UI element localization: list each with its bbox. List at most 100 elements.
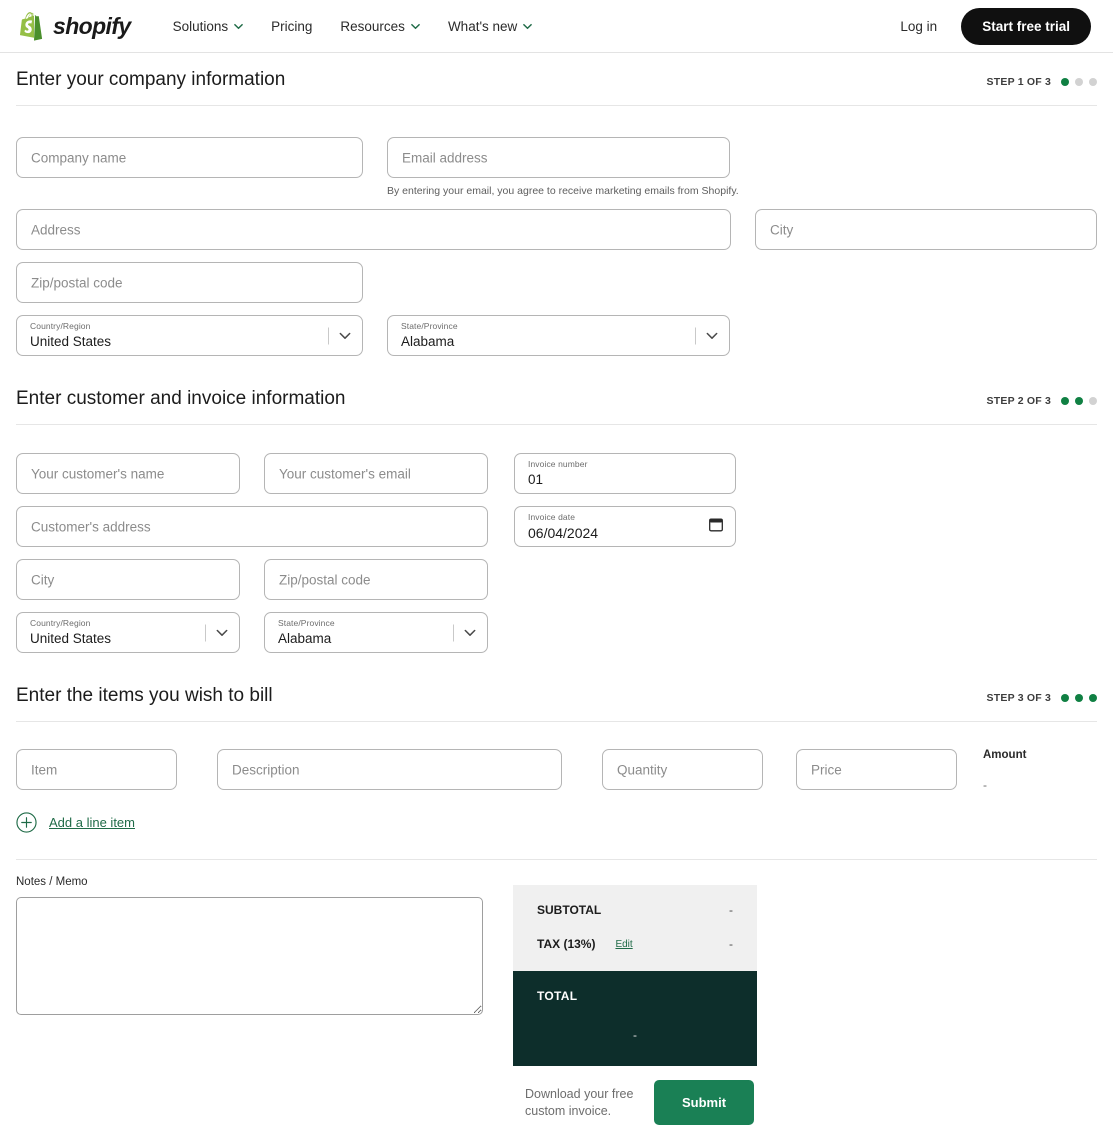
header-actions: Log in Start free trial [900,7,1091,45]
state-label: State/Province [278,618,335,628]
nav-item-solutions[interactable]: Solutions [173,19,244,34]
add-line-item-label[interactable]: Add a line item [49,815,135,830]
step-dot-active [1061,78,1069,86]
line-item-price-field[interactable]: Price [796,749,957,790]
chevron-down-icon[interactable] [453,624,477,641]
notes-textarea[interactable] [16,897,483,1015]
company-state-select[interactable]: State/Province Alabama [387,315,730,356]
divider [16,424,1097,425]
company-country-select[interactable]: Country/Region United States [16,315,363,356]
customer-zip-field[interactable]: Zip/postal code [264,559,488,600]
calendar-icon[interactable] [709,517,723,537]
country-label: Country/Region [30,321,91,331]
state-value: Alabama [278,631,332,646]
nav-item-pricing[interactable]: Pricing [271,19,312,34]
email-address-field[interactable]: Email address [387,137,730,178]
customer-city-field[interactable]: City [16,559,240,600]
totals-panel: SUBTOTAL - TAX (13%) Edit - TOTAL - Down… [513,885,757,1125]
description-input[interactable] [218,750,561,789]
subtotal-value: - [729,903,733,917]
line-item-description-field[interactable]: Description [217,749,562,790]
step2-title: Enter customer and invoice information [16,388,346,409]
item-input[interactable] [17,750,176,789]
total-value: - [633,1028,637,1042]
address-input[interactable] [17,210,730,249]
company-city-field[interactable]: City [755,209,1097,250]
customer-state-select[interactable]: State/Province Alabama [264,612,488,653]
shopify-bag-icon [20,11,46,41]
select-divider [205,624,206,641]
customer-address-input[interactable] [17,507,487,546]
country-value: United States [30,631,112,646]
zip-input[interactable] [17,263,362,302]
submit-button[interactable]: Submit [654,1080,755,1125]
customer-email-input[interactable] [265,454,487,493]
state-value: Alabama [401,334,455,349]
submit-note: Download your free custom invoice. [525,1086,634,1118]
step1-title: Enter your company information [16,69,286,90]
line-item-row: Item Description Quantity Price Amount - [16,749,1097,792]
select-divider [453,624,454,641]
amount-label: Amount [983,749,1027,761]
customer-city-input[interactable] [17,560,239,599]
country-label: Country/Region [30,618,91,628]
line-item-name-field[interactable]: Item [16,749,177,790]
edit-tax-link[interactable]: Edit [615,939,632,950]
customer-name-field[interactable]: Your customer's name [16,453,240,494]
customer-name-input[interactable] [17,454,239,493]
customer-zip-input[interactable] [265,560,487,599]
company-name-input[interactable] [17,138,362,177]
quantity-input[interactable] [603,750,762,789]
company-name-field[interactable]: Company name [16,137,363,178]
step-dot [1089,78,1097,86]
company-address-field[interactable]: Address [16,209,731,250]
step-dot [1075,78,1083,86]
step2-header: Enter customer and invoice information S… [16,356,1097,410]
email-marketing-disclaimer: By entering your email, you agree to rec… [387,185,739,197]
tax-row: TAX (13%) Edit - [537,937,733,951]
step3-dots [1061,694,1097,702]
price-input[interactable] [797,750,956,789]
divider [16,105,1097,106]
email-input[interactable] [388,138,729,177]
invoice-generator-page: shopify Solutions Pricing Resources What… [0,0,1113,1125]
company-zip-field[interactable]: Zip/postal code [16,262,363,303]
customer-address-field[interactable]: Customer's address [16,506,488,547]
main-nav-links: Solutions Pricing Resources What's new [173,19,533,34]
start-free-trial-button[interactable]: Start free trial [961,7,1091,45]
select-divider [695,327,696,344]
chevron-down-icon[interactable] [205,624,229,641]
customer-country-select[interactable]: Country/Region United States [16,612,240,653]
login-link[interactable]: Log in [900,19,937,34]
chevron-down-icon [411,22,420,31]
chevron-down-icon[interactable] [328,327,352,344]
invoice-date-field[interactable]: Invoice date 06/04/2024 [514,506,736,547]
line-item-amount: Amount - [957,749,1026,792]
step1-label: STEP 1 OF 3 [986,76,1051,88]
step2-indicator: STEP 2 OF 3 [987,395,1097,410]
shopify-logo[interactable]: shopify [20,11,131,41]
nav-item-whats-new[interactable]: What's new [447,18,533,34]
step-dot [1089,397,1097,405]
step-dot-active [1061,694,1069,702]
top-navigation-bar: shopify Solutions Pricing Resources What… [0,0,1113,53]
line-item-quantity-field[interactable]: Quantity [602,749,763,790]
subtotal-row: SUBTOTAL - [537,903,733,917]
nav-item-resources[interactable]: Resources [340,19,420,34]
step1-header: Enter your company information STEP 1 OF… [16,53,1097,91]
nav-label: What's new [447,18,518,34]
plus-circle-icon [16,812,37,833]
state-label: State/Province [401,321,458,331]
chevron-down-icon [523,22,533,31]
step2-label: STEP 2 OF 3 [986,395,1051,407]
notes-label: Notes / Memo [16,876,88,888]
customer-email-field[interactable]: Your customer's email [264,453,488,494]
chevron-down-icon[interactable] [695,327,719,344]
add-line-item-button[interactable]: Add a line item [16,812,1097,833]
invoice-date-value: 06/04/2024 [528,525,599,541]
step1-indicator: STEP 1 OF 3 [987,76,1097,91]
tax-label: TAX (13%) [537,937,596,951]
invoice-number-field[interactable]: Invoice number 01 [514,453,736,494]
city-input[interactable] [756,210,1096,249]
total-label: TOTAL [537,989,578,1003]
